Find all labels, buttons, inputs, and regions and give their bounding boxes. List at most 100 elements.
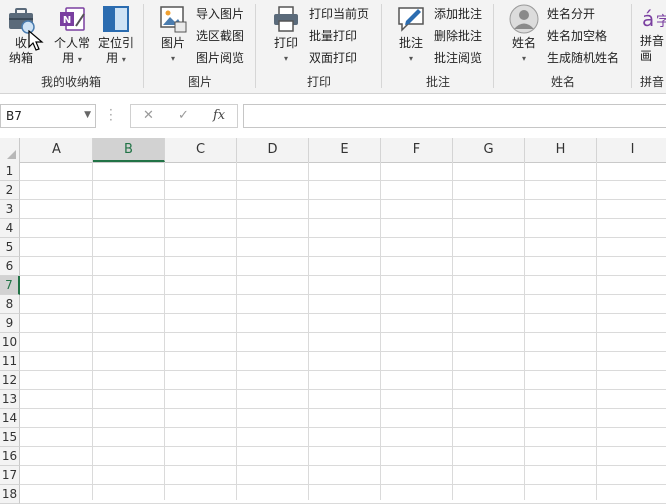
gridline-horizontal [20,294,666,295]
pinyin-label-1: 拼音 [640,34,665,48]
row-header-15[interactable]: 15 [0,428,20,447]
batch-print-button[interactable]: 批量打印 [309,26,357,46]
row-header-5[interactable]: 5 [0,238,20,257]
comment-button[interactable]: 批注 ▾ [392,4,430,66]
picture-review-button[interactable]: 图片阅览 [196,48,244,68]
print-label: 打印 [273,36,298,50]
select-all-button[interactable] [0,138,20,162]
name-label: 姓名 [511,36,536,50]
random-name-button[interactable]: 生成随机姓名 [547,48,619,68]
column-header-b[interactable]: B [93,138,165,162]
row-header-18[interactable]: 18 [0,485,20,504]
chevron-down-icon: ▾ [408,54,413,63]
column-header-a[interactable]: A [21,138,93,162]
row-header-4[interactable]: 4 [0,219,20,238]
pinyin-icon: á 字 [640,4,666,34]
chevron-down-icon: ▾ [170,54,175,63]
add-comment-button[interactable]: 添加批注 [434,4,482,24]
row-header-6[interactable]: 6 [0,257,20,276]
locate-reference-button[interactable]: 定位引 用 ▾ [96,4,136,67]
row-header-17[interactable]: 17 [0,466,20,485]
ribbon-separator [143,4,144,88]
name-box[interactable]: B7 ▼ [0,104,96,128]
gridline-vertical [92,162,93,500]
user-icon [509,4,539,34]
locate-reference-icon [101,4,131,34]
gridline-horizontal [20,332,666,333]
spreadsheet-grid[interactable]: ABCDEFGHI 1 2 3 4 5 6 7 8 9 10 11 12 13 14 15 16 17 18 [0,138,666,504]
gridline-horizontal [20,275,666,276]
gridline-horizontal [20,389,666,390]
print-current-page-button[interactable]: 打印当前页 [309,4,369,24]
insert-function-icon[interactable]: fx [213,108,225,123]
formula-bar: B7 ▼ · · · ✕ ✓ fx [0,100,666,132]
ribbon-separator [255,4,256,88]
name-add-space-button[interactable]: 姓名加空格 [547,26,607,46]
split-name-button[interactable]: 姓名分开 [547,4,595,24]
gridline-horizontal [20,199,666,200]
group-print: 打印 ▾ 打印当前页 批量打印 双面打印 打印 [258,0,380,93]
pinyin-button[interactable]: á 字 拼音 画 [640,4,666,64]
column-header-i[interactable]: I [597,138,666,162]
row-header-7[interactable]: 7 [0,276,20,295]
picture-icon [158,4,188,34]
review-comment-button[interactable]: 批注阅览 [434,48,482,68]
row-header-11[interactable]: 11 [0,352,20,371]
row-header-9[interactable]: 9 [0,314,20,333]
chevron-down-icon[interactable]: ▼ [84,110,91,120]
split-name-label: 姓名分开 [547,7,596,21]
column-header-h[interactable]: H [525,138,597,162]
print-button[interactable]: 打印 ▾ [266,4,306,66]
picture-review-label: 图片阅览 [196,51,245,65]
duplex-print-button[interactable]: 双面打印 [309,48,357,68]
column-header-f[interactable]: F [381,138,453,162]
selection-screenshot-label: 选区截图 [196,29,245,43]
row-header-10[interactable]: 10 [0,333,20,352]
drag-handle-icon[interactable]: · · · [109,104,113,126]
locate-reference-label-1: 定位引 [97,36,134,50]
duplex-print-label: 双面打印 [309,51,358,65]
gridline-horizontal [20,237,666,238]
formula-input[interactable] [243,104,666,128]
group-picture: 图片 ▾ 导入图片 选区截图 图片阅览 图片 [146,0,254,93]
row-header-3[interactable]: 3 [0,200,20,219]
personal-common-label-1: 个人常 [53,36,90,50]
random-name-label: 生成随机姓名 [547,51,620,65]
gridline-horizontal [20,180,666,181]
comment-pen-icon [396,4,426,34]
delete-comment-button[interactable]: 删除批注 [434,26,482,46]
row-header-16[interactable]: 16 [0,447,20,466]
row-header-13[interactable]: 13 [0,390,20,409]
gridline-horizontal [20,446,666,447]
gridline-vertical [524,162,525,500]
row-header-8[interactable]: 8 [0,295,20,314]
gridline-vertical [596,162,597,500]
cancel-icon[interactable]: ✕ [143,108,154,123]
selection-screenshot-button[interactable]: 选区截图 [196,26,244,46]
print-current-page-label: 打印当前页 [309,7,370,21]
name-button[interactable]: 姓名 ▾ [504,4,544,66]
add-comment-label: 添加批注 [434,7,483,21]
personal-common-button[interactable]: N 个人常 用 ▾ [52,4,92,67]
column-header-c[interactable]: C [165,138,237,162]
mouse-cursor-icon [28,29,44,55]
column-header-e[interactable]: E [309,138,381,162]
column-header-d[interactable]: D [237,138,309,162]
row-header-2[interactable]: 2 [0,181,20,200]
gridline-horizontal [20,465,666,466]
enter-icon[interactable]: ✓ [178,108,189,123]
formula-buttons: ✕ ✓ fx [130,104,238,128]
row-header-12[interactable]: 12 [0,371,20,390]
gridline-horizontal [20,484,666,485]
import-picture-button[interactable]: 导入图片 [196,4,244,24]
row-header-1[interactable]: 1 [0,162,20,181]
ribbon-separator [381,4,382,88]
row-header-14[interactable]: 14 [0,409,20,428]
column-header-g[interactable]: G [453,138,525,162]
picture-button[interactable]: 图片 ▾ [154,4,192,66]
group-storage-label: 我的收纳箱 [40,75,101,89]
group-name-label: 姓名 [550,75,575,89]
gridline-horizontal [20,256,666,257]
printer-icon [271,4,301,34]
group-name: 姓名 ▾ 姓名分开 姓名加空格 生成随机姓名 姓名 [496,0,630,93]
